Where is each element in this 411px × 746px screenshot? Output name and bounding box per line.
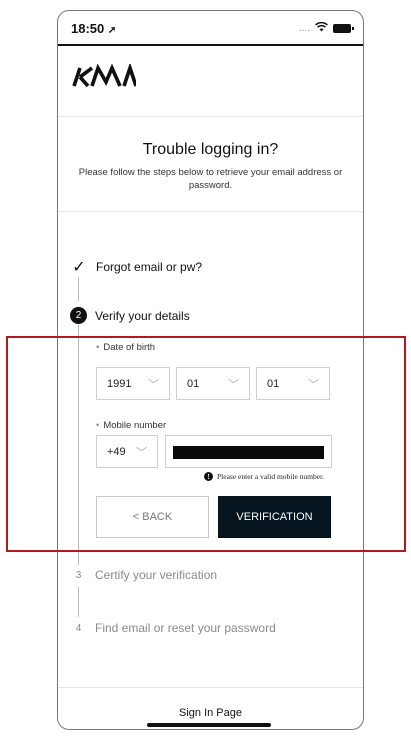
step-certify: 3 Certify your verification [70,568,217,582]
step-connector [78,277,79,301]
status-bar: 18:50 ➚ .... [58,11,363,44]
battery-icon [333,23,354,33]
location-arrow-icon: ➚ [107,25,117,36]
home-indicator [147,723,271,727]
step-forgot: ✓ Forgot email or pw? [70,257,202,277]
signal-dots: .... [298,22,310,34]
step-find: 4 Find email or reset your password [70,621,276,635]
page-title: Trouble logging in? [142,141,279,158]
wifi-icon [315,21,328,35]
step-number-2: 2 [70,307,87,324]
top-divider [58,44,363,46]
check-icon: ✓ [72,259,86,276]
footer-divider [58,687,363,688]
header-divider [58,116,363,117]
page-subtitle: Please follow the steps below to retriev… [78,167,343,191]
status-time: 18:50 ➚ [71,21,117,36]
step-connector [78,587,79,617]
status-indicators: .... [298,21,354,35]
kia-logo[interactable] [72,62,138,90]
highlight-box [6,336,406,552]
kia-logo-mark [72,62,138,88]
sign-in-page-link[interactable]: Sign In Page [58,707,363,719]
step-number-3: 3 [75,569,82,581]
step-number-4: 4 [75,622,82,634]
section-divider [58,211,363,212]
step-verify: 2 Verify your details [70,307,190,324]
